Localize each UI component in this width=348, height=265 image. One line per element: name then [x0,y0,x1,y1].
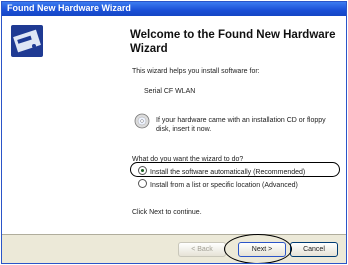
wizard-window: Found New Hardware Wizard Welcome to the… [1,1,347,264]
device-name: Serial CF WLAN [144,88,196,95]
button-divider [2,234,346,235]
wizard-content: Welcome to the Found New Hardware Wizard… [122,16,346,234]
wizard-heading: Welcome to the Found New Hardware Wizard [130,29,336,55]
cd-icon [134,113,150,129]
hardware-wizard-icon [11,25,43,57]
back-button[interactable]: < Back [178,242,226,257]
highlight-circle-next [224,234,292,263]
highlight-circle-option [130,162,340,177]
radio-manual[interactable] [138,179,147,188]
next-instruction: Click Next to continue. [132,209,202,216]
window-title: Found New Hardware Wizard [7,3,131,13]
option-install-from-list[interactable]: Install from a list or specific location… [138,179,298,189]
cancel-button[interactable]: Cancel [290,242,338,257]
cd-instruction: If your hardware came with an installati… [156,117,326,133]
option-manual-label: Install from a list or specific location… [150,182,298,189]
intro-text: This wizard helps you install software f… [132,68,260,75]
wizard-side-panel [2,16,122,234]
title-bar[interactable]: Found New Hardware Wizard [2,2,346,16]
